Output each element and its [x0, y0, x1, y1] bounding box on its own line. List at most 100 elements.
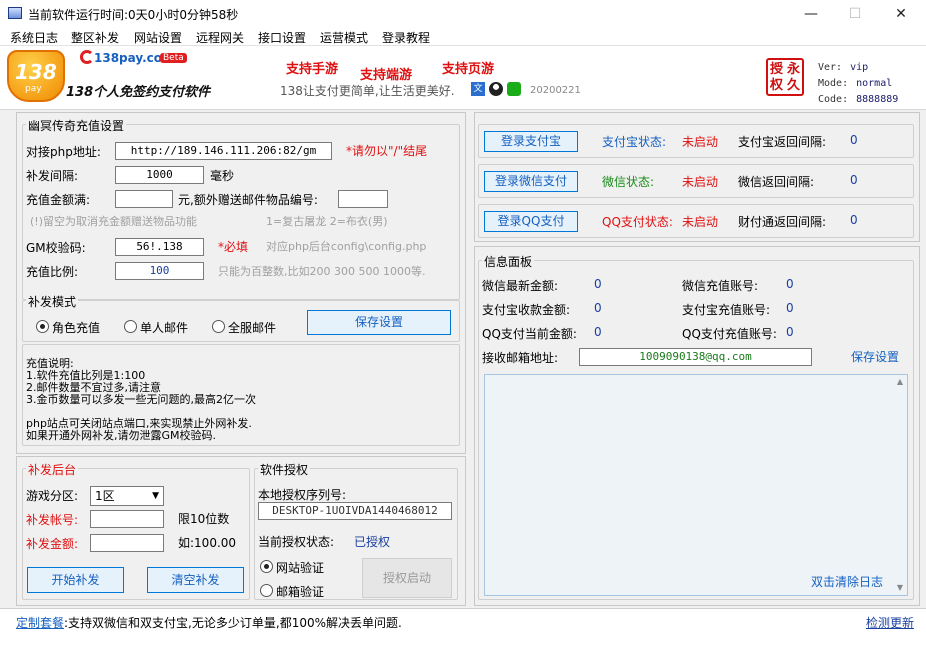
activate-license-button[interactable]: 授权启动: [362, 558, 452, 598]
gm-label: GM校验码:: [26, 241, 86, 255]
ratio-label: 充值比例:: [26, 265, 79, 279]
qqpay-status-label: QQ支付状态:: [602, 215, 673, 229]
mail-verify-label: 邮箱验证: [276, 585, 325, 599]
minimize-button[interactable]: —: [788, 0, 834, 28]
menu-system-log[interactable]: 系统日志: [10, 29, 58, 46]
qqpay-interval-label: 财付通返回间隔:: [738, 215, 827, 229]
qqpay-status: 未启动: [682, 215, 719, 229]
check-update-link[interactable]: 检测更新: [866, 614, 914, 631]
save-mail-link[interactable]: 保存设置: [851, 348, 899, 365]
alipay-status-label: 支付宝状态:: [602, 135, 667, 149]
status-bar: 定制套餐:支持双微信和双支付宝,无论多少订单量,都100%解决丢单问题. 检测更…: [0, 608, 926, 646]
text-icon: 文: [471, 82, 485, 96]
qqpay-interval: 0: [850, 213, 858, 227]
close-button[interactable]: ✕: [878, 0, 924, 28]
resend-amount-hint: 如:100.00: [178, 536, 237, 550]
start-resend-button[interactable]: 开始补发: [27, 567, 124, 593]
clear-resend-button[interactable]: 清空补发: [147, 567, 244, 593]
resend-amount-label: 补发金额:: [26, 537, 79, 551]
mail-input[interactable]: 1009090138@qq.com: [579, 348, 812, 366]
zone-select[interactable]: 1区 ▼: [90, 486, 164, 506]
save-mode-button[interactable]: 保存设置: [307, 310, 451, 335]
threshold-input[interactable]: [115, 190, 173, 208]
mode-group-title: 补发模式: [26, 293, 79, 310]
wechat-interval: 0: [850, 173, 858, 187]
gift-label: 元,额外赠送邮件物品编号:: [178, 193, 318, 207]
scroll-down-icon[interactable]: ▼: [895, 583, 905, 593]
custom-plan-link[interactable]: 定制套餐: [16, 616, 64, 630]
slogan-sub: 138让支付更简单,让生活更美好.: [280, 84, 455, 98]
alipay-status: 未启动: [682, 135, 719, 149]
amount-label: 充值金额满:: [26, 193, 91, 207]
qqpay-login-button[interactable]: 登录QQ支付: [484, 211, 578, 232]
status-text: 定制套餐:支持双微信和双支付宝,无论多少订单量,都100%解决丢单问题.: [16, 616, 402, 630]
account-input[interactable]: [90, 510, 164, 528]
interval-label: 补发间隔:: [26, 169, 79, 183]
all-mail-radio[interactable]: [212, 320, 225, 333]
php-hint: *请勿以"/"结尾: [346, 144, 428, 158]
license-status-label: 当前授权状态:: [258, 535, 335, 549]
role-recharge-label: 角色充值: [52, 321, 101, 335]
web-verify-radio[interactable]: [260, 560, 273, 573]
gift-hint-2: 1=复古屠龙 2=布衣(男): [266, 215, 388, 228]
ratio-hint: 只能为百整数,比如200 300 500 1000等.: [218, 265, 426, 278]
ali-account-label: 支付宝充值账号:: [682, 303, 771, 317]
qq-account: 0: [786, 325, 794, 339]
qq-amount: 0: [594, 325, 602, 339]
gm-code-input[interactable]: 56!.138: [115, 238, 204, 256]
gm-hint: 对应php后台config\config.php: [266, 240, 427, 253]
single-mail-radio[interactable]: [124, 320, 137, 333]
menu-site-settings[interactable]: 网站设置: [134, 29, 182, 46]
php-address-input[interactable]: http://189.146.111.206:82/gm: [115, 142, 332, 160]
resend-amount-input[interactable]: [90, 534, 164, 552]
account-hint: 限10位数: [178, 512, 230, 526]
menu-zone-resend[interactable]: 整区补发: [71, 29, 119, 46]
all-mail-label: 全服邮件: [228, 321, 277, 335]
clear-log-hint: 双击清除日志: [811, 575, 884, 589]
info-group-title: 信息面板: [482, 253, 535, 270]
brand-e-icon: [80, 50, 94, 64]
menu-interface-settings[interactable]: 接口设置: [258, 29, 306, 46]
version-line: Ver: vip: [818, 62, 869, 73]
slogan-client: 支持端游: [360, 68, 413, 83]
role-recharge-radio[interactable]: [36, 320, 49, 333]
wx-amount-label: 微信最新金额:: [482, 279, 559, 293]
license-stamp: 授 永 权 久: [766, 58, 804, 96]
wechat-status: 未启动: [682, 175, 719, 189]
qq-amount-label: QQ支付当前金额:: [482, 327, 577, 341]
slogan-web: 支持页游: [442, 62, 495, 77]
menu-bar: 系统日志 整区补发 网站设置 远程网关 接口设置 运营模式 登录教程: [0, 28, 926, 46]
license-group-title: 软件授权: [258, 461, 311, 478]
wechat-interval-label: 微信返回间隔:: [738, 175, 815, 189]
single-mail-label: 单人邮件: [140, 321, 189, 335]
alipay-login-button[interactable]: 登录支付宝: [484, 131, 578, 152]
interval-input[interactable]: 1000: [115, 166, 204, 184]
wx-account-label: 微信充值账号:: [682, 279, 759, 293]
wechat-login-button[interactable]: 登录微信支付: [484, 171, 578, 192]
scroll-up-icon[interactable]: ▲: [895, 377, 905, 387]
beta-badge: Beta: [160, 53, 187, 63]
maximize-button[interactable]: ☐: [832, 0, 878, 28]
recharge-notes: 充值说明: 1.软件充值比列是1:100 2.邮件数量不宜过多,请注意 3.金币…: [26, 358, 446, 442]
license-status: 已授权: [354, 535, 391, 549]
menu-login-tutorial[interactable]: 登录教程: [382, 29, 430, 46]
menu-remote-gateway[interactable]: 远程网关: [196, 29, 244, 46]
backstage-group-title: 补发后台: [26, 461, 79, 478]
serial-label: 本地授权序列号:: [258, 488, 347, 502]
gift-id-input[interactable]: [338, 190, 388, 208]
window-title: 当前软件运行时间:0天0小时0分钟58秒: [28, 8, 239, 22]
php-label: 对接php地址:: [26, 145, 101, 159]
log-area[interactable]: ▲ ▼ 双击清除日志: [484, 374, 908, 596]
code-line: Code: 8888889: [818, 94, 899, 105]
menu-operation-mode[interactable]: 运营模式: [320, 29, 368, 46]
slogan-mobile: 支持手游: [286, 62, 339, 77]
logo-number: 138: [15, 60, 57, 84]
app-icon: [8, 7, 22, 19]
mail-verify-radio[interactable]: [260, 584, 273, 597]
ratio-input[interactable]: 100: [115, 262, 204, 280]
ali-amount: 0: [594, 301, 602, 315]
account-label: 补发帐号:: [26, 513, 79, 527]
chevron-down-icon: ▼: [152, 491, 159, 501]
slogan-main: 138个人免签约支付软件: [66, 85, 211, 100]
wechat-icon: [507, 82, 521, 96]
